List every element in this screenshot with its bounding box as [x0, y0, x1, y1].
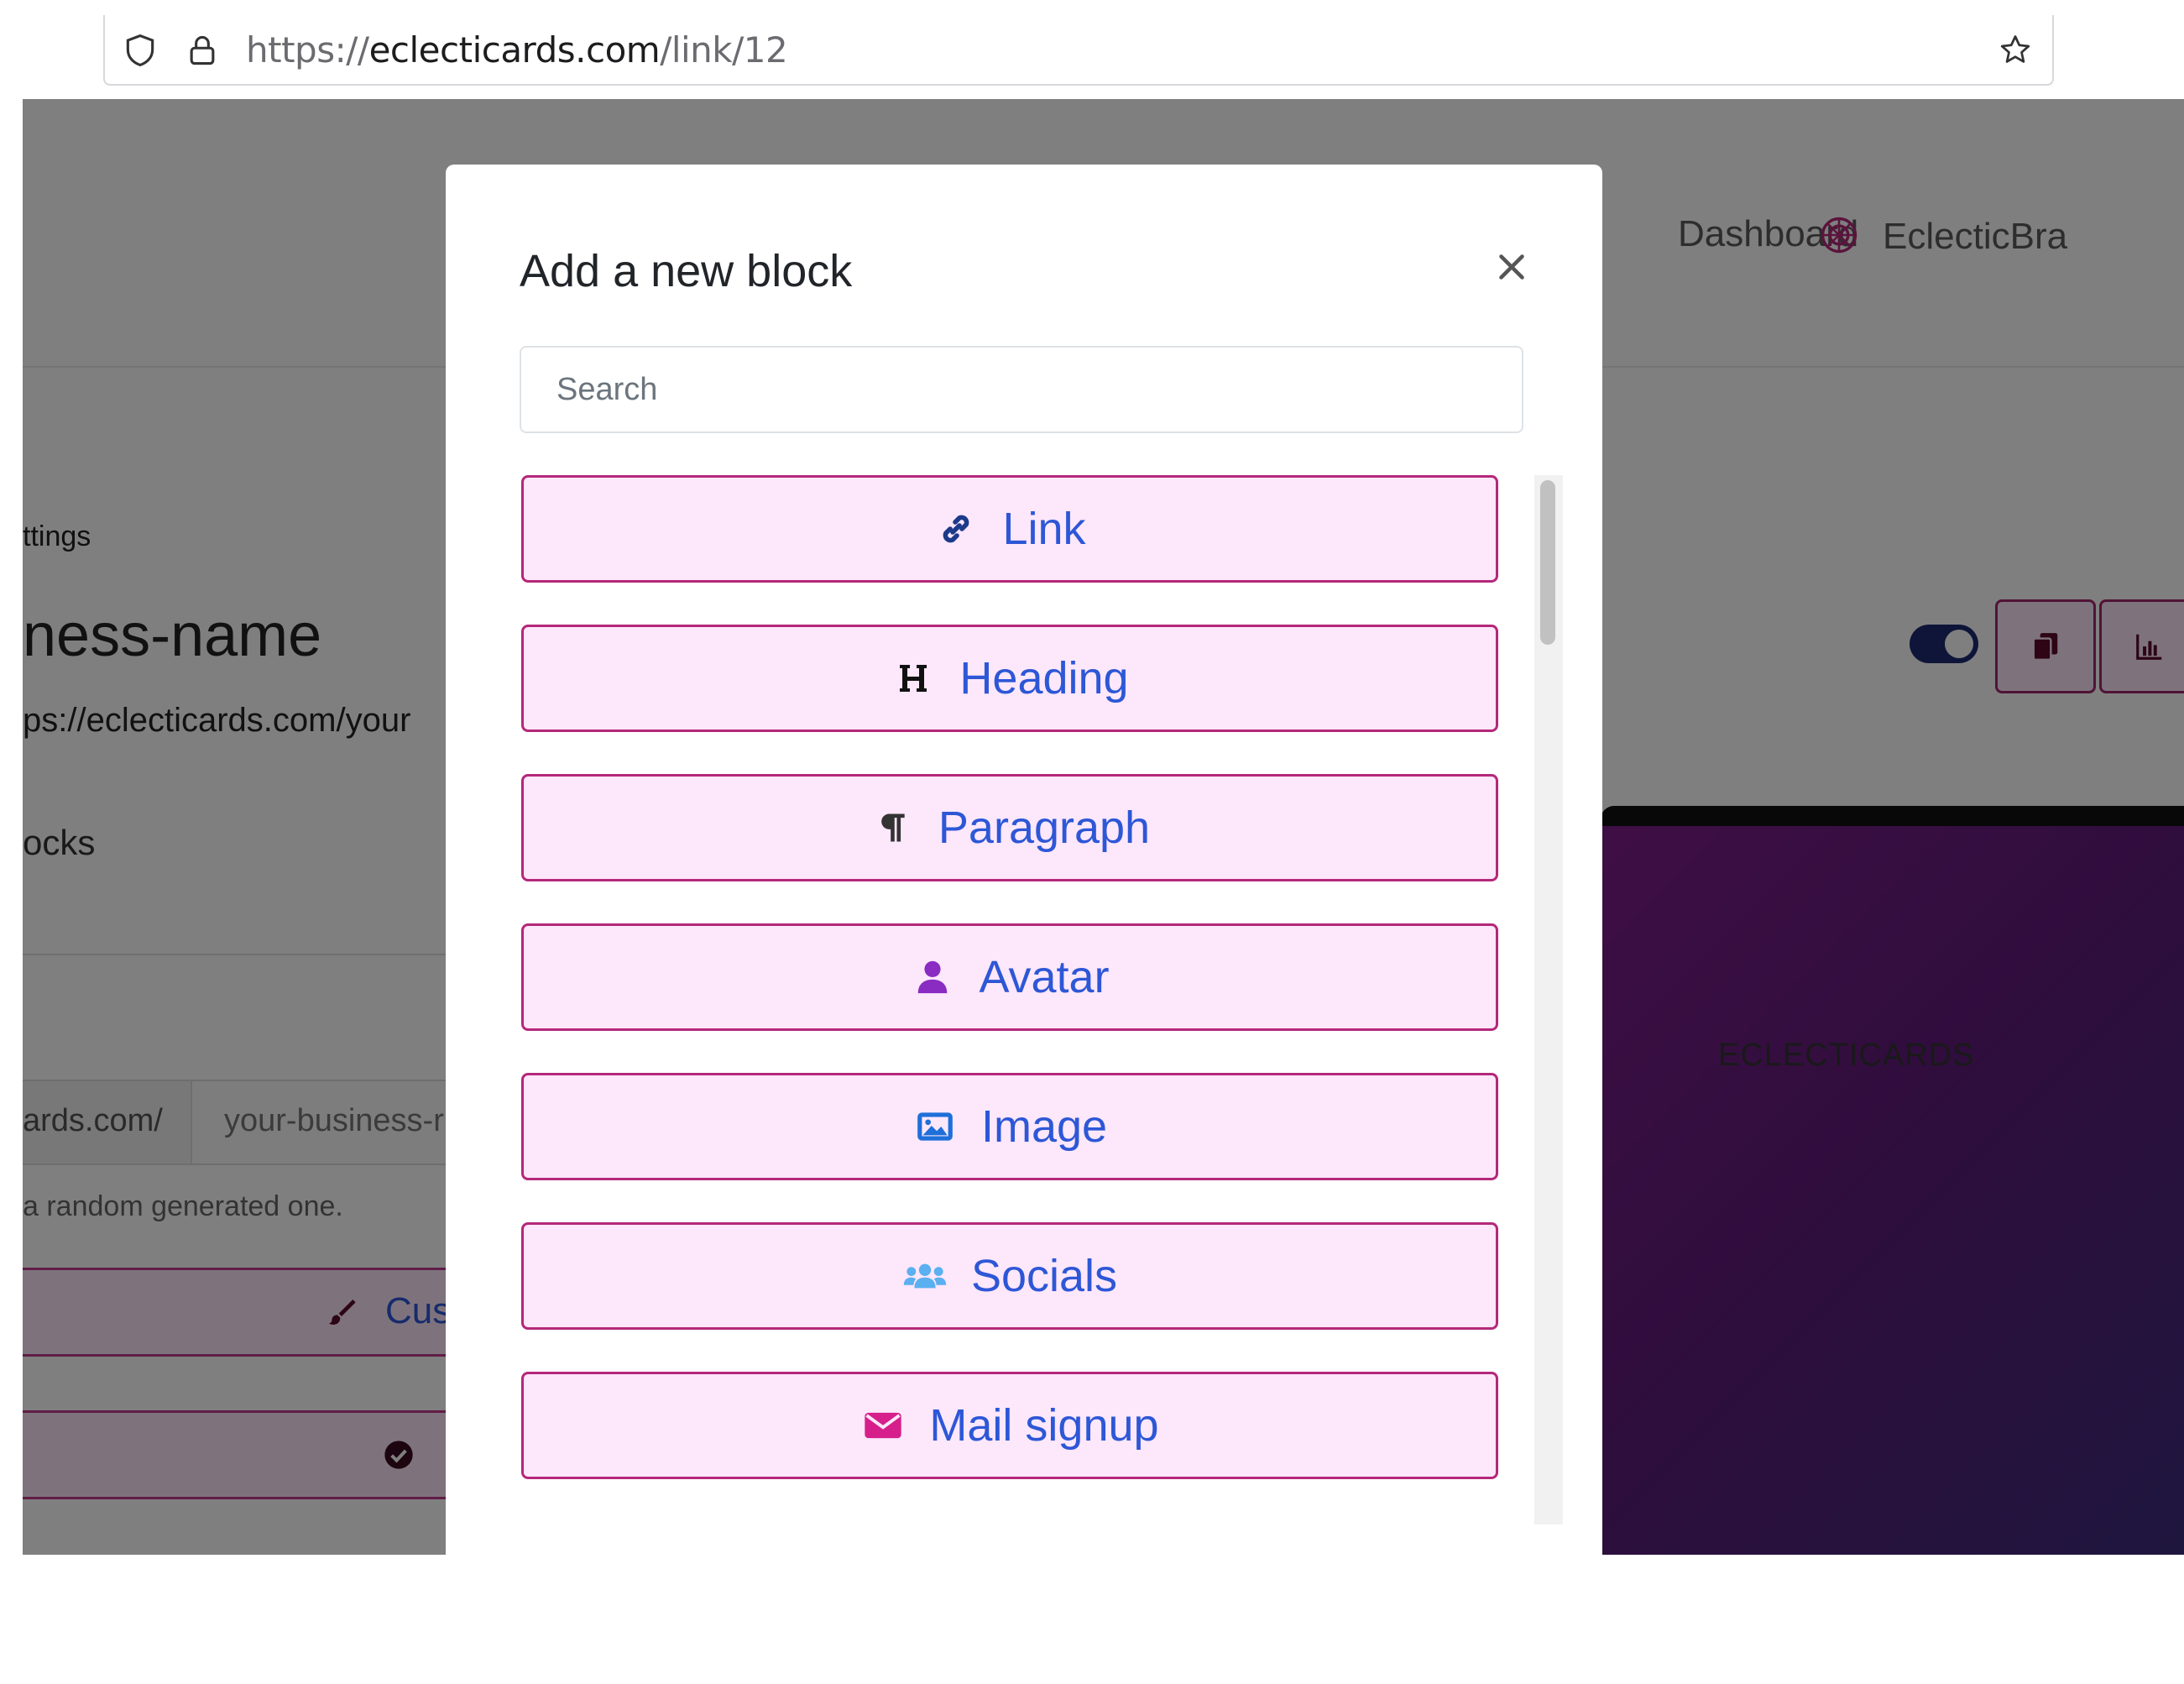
- address-bar[interactable]: https://eclecticards.com/link/12: [103, 15, 2054, 86]
- block-label: Heading: [959, 653, 1129, 703]
- heading-block-button[interactable]: Heading: [521, 625, 1498, 732]
- browser-chrome: https://eclecticards.com/link/12: [0, 0, 2184, 1555]
- mail-signup-block-button[interactable]: Mail signup: [521, 1372, 1498, 1479]
- link-icon: [933, 506, 979, 552]
- user-icon: [910, 954, 955, 1000]
- image-icon: [912, 1104, 958, 1149]
- url-path: /link/12: [660, 29, 788, 71]
- avatar-block-button[interactable]: Avatar: [521, 923, 1498, 1031]
- scrollbar-thumb[interactable]: [1540, 480, 1555, 645]
- search-input[interactable]: [520, 346, 1523, 433]
- bookmark-star-icon[interactable]: [1997, 32, 2034, 69]
- close-icon[interactable]: [1486, 242, 1537, 292]
- envelope-icon: [860, 1403, 906, 1448]
- paragraph-block-button[interactable]: Paragraph: [521, 774, 1498, 881]
- block-label: Link: [1002, 504, 1086, 554]
- paragraph-icon: [870, 805, 915, 850]
- window-edge: [0, 0, 23, 1555]
- url-scheme: https://: [246, 29, 369, 71]
- block-label: Paragraph: [938, 803, 1151, 853]
- modal-title: Add a new block: [520, 246, 853, 296]
- block-label: Mail signup: [929, 1400, 1159, 1451]
- block-label: Avatar: [979, 952, 1110, 1002]
- socials-block-button[interactable]: Socials: [521, 1222, 1498, 1330]
- lock-icon[interactable]: [184, 32, 221, 69]
- url-host: eclecticards.com: [368, 29, 661, 71]
- url-text[interactable]: https://eclecticards.com/link/12: [246, 29, 788, 71]
- heading-icon: [891, 656, 936, 701]
- users-icon: [902, 1253, 948, 1299]
- block-list: Link Heading Paragraph Avatar Image Soci…: [520, 475, 1502, 1684]
- block-list-scrollbar[interactable]: [1534, 475, 1563, 1524]
- link-block-button[interactable]: Link: [521, 475, 1498, 583]
- block-label: Socials: [970, 1251, 1118, 1301]
- shield-icon[interactable]: [122, 32, 159, 69]
- block-label: Image: [980, 1101, 1108, 1152]
- image-block-button[interactable]: Image: [521, 1073, 1498, 1180]
- add-block-modal: Add a new block Link: [446, 165, 1602, 1555]
